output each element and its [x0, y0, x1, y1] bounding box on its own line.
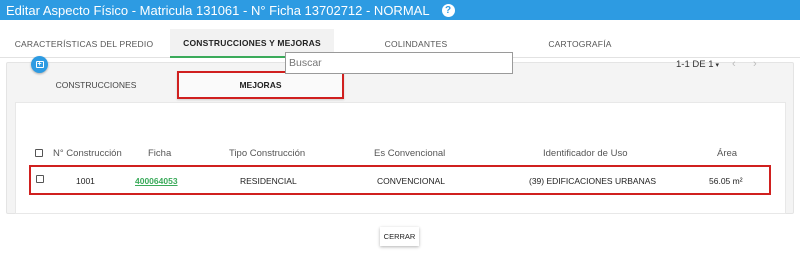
cell-ficha-link[interactable]: 400064053 — [135, 176, 178, 186]
cell-area: 56.05 m² — [709, 176, 743, 186]
cell-tipo-construccion: RESIDENCIAL — [240, 176, 297, 186]
tab-construcciones[interactable]: CONSTRUCCIONES — [9, 71, 183, 99]
dialog-title-bar: Editar Aspecto Físico - Matricula 131061… — [0, 0, 800, 20]
column-header[interactable]: Es Convencional — [374, 148, 445, 159]
cell-es-convencional: CONVENCIONAL — [377, 176, 446, 186]
column-header[interactable]: N° Construcción — [53, 148, 122, 159]
search-input[interactable] — [285, 52, 513, 74]
column-header[interactable]: Tipo Construcción — [229, 148, 305, 159]
tab-mejoras[interactable]: MEJORAS — [177, 71, 344, 99]
cell-construccion: 1001 — [76, 176, 95, 186]
pagination-dropdown[interactable]: 1-1 DE 1 ▾ — [676, 59, 719, 70]
dialog-title: Editar Aspecto Físico - Matricula 131061… — [6, 2, 430, 18]
close-button[interactable]: CERRAR — [380, 227, 419, 246]
tab-caracteristicas-del-predio[interactable]: CARACTERÍSTICAS DEL PREDIO — [0, 29, 168, 58]
table-row[interactable]: 1001 400064053 RESIDENCIAL CONVENCIONAL … — [29, 165, 771, 195]
add-document-icon: + — [35, 61, 44, 68]
help-icon[interactable]: ? — [441, 3, 455, 17]
row-checkbox[interactable] — [36, 175, 44, 183]
previous-page-icon[interactable]: ‹ — [732, 58, 736, 70]
column-header[interactable]: Identificador de Uso — [543, 148, 628, 159]
chevron-down-icon: ▾ — [715, 61, 720, 69]
next-page-icon[interactable]: › — [753, 58, 757, 70]
table-header: N° Construcción Ficha Tipo Construcción … — [30, 144, 770, 164]
column-header[interactable]: Área — [717, 148, 737, 159]
pagination-text: 1-1 DE 1 — [676, 59, 714, 70]
add-button[interactable]: + — [31, 56, 48, 73]
tab-cartografia[interactable]: CARTOGRAFÍA — [498, 29, 662, 58]
cell-identificador-uso: (39) EDIFICACIONES URBANAS — [529, 176, 657, 186]
select-all-checkbox[interactable] — [35, 149, 43, 157]
column-header[interactable]: Ficha — [148, 148, 171, 159]
